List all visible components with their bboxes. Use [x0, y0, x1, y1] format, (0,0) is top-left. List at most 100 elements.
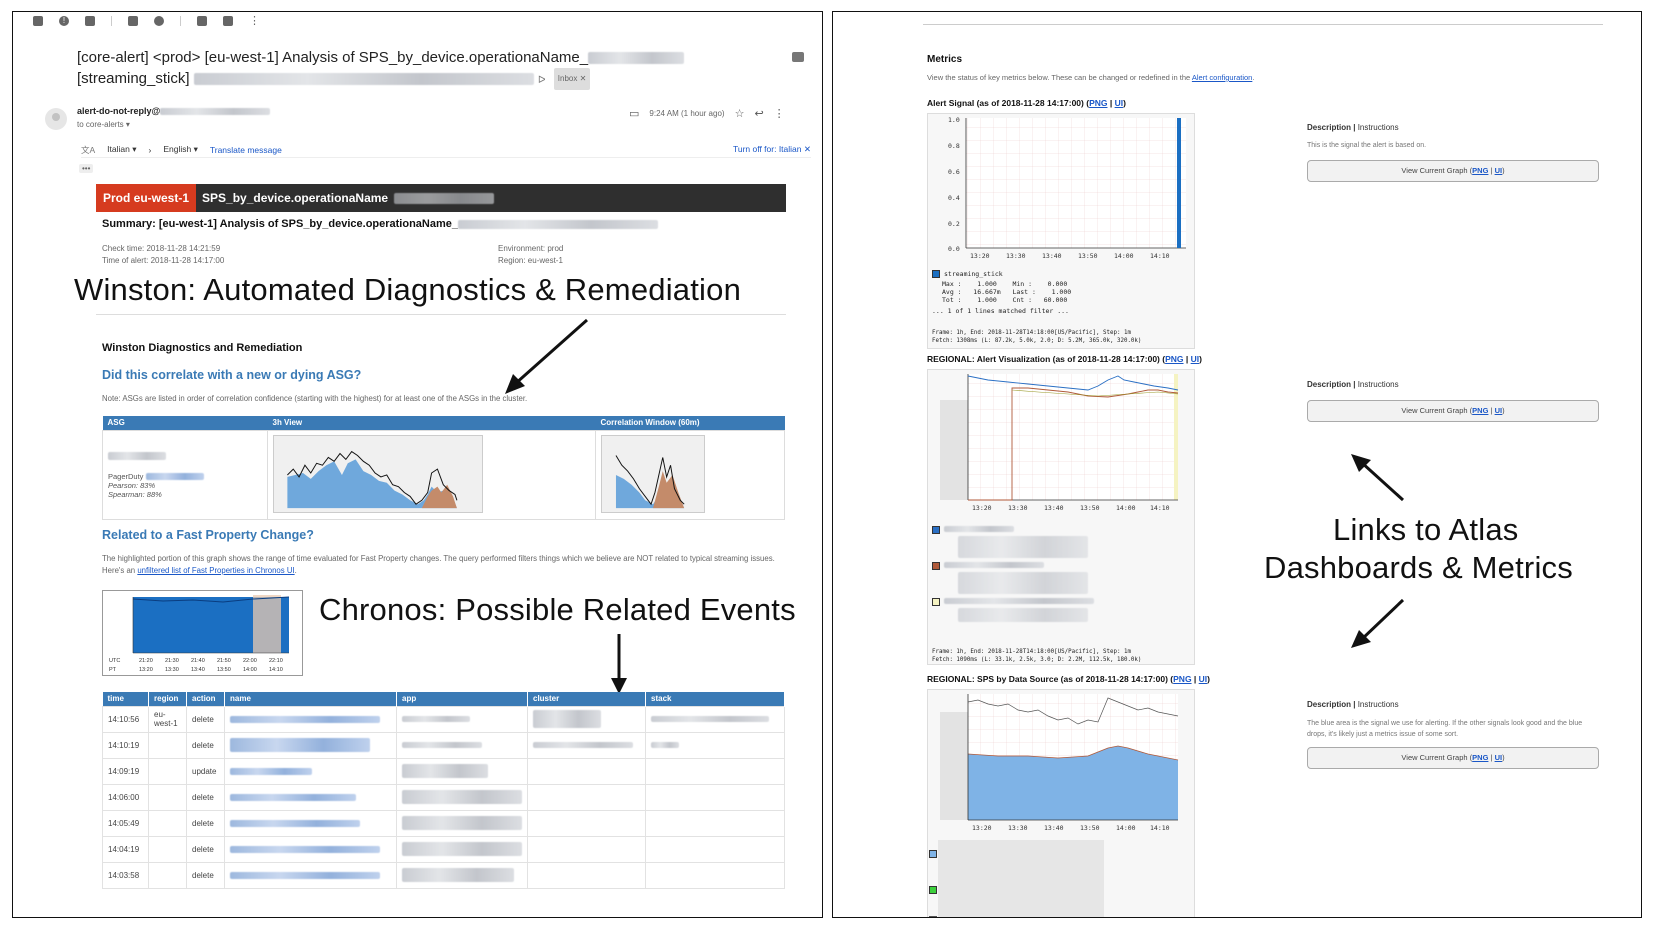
pagerduty-link[interactable]	[145, 473, 204, 481]
png-link[interactable]: PNG	[1472, 166, 1488, 175]
event-name	[224, 835, 397, 863]
alert-environment: Environment: prod Region: eu-west-1	[498, 243, 563, 267]
fp-axis-utc-label: UTC	[109, 658, 120, 664]
redacted-legend	[944, 526, 1014, 532]
importance-marker-icon[interactable]: ᐅ	[538, 75, 546, 86]
asg-header: ASG	[102, 416, 268, 430]
legend-label: streaming_stick	[944, 270, 1003, 278]
spearman-value: Spearman: 88%	[108, 489, 162, 499]
png-link[interactable]: PNG	[1472, 406, 1488, 415]
reply-icon[interactable]: ↩	[754, 107, 763, 120]
ui-link[interactable]: UI	[1199, 674, 1208, 684]
event-app	[396, 783, 528, 811]
x-tick: 13:40	[1042, 252, 1062, 260]
alert-configuration-link[interactable]: Alert configuration	[1192, 73, 1252, 82]
label-icon[interactable]	[223, 16, 233, 26]
fp-axis-tick: 22:10	[269, 658, 283, 664]
redacted-name-link[interactable]	[230, 871, 380, 879]
alert-signal-graph[interactable]: 1.0 0.8 0.6 0.4 0.2 0.0 13:20 13:30 13:4…	[927, 113, 1195, 349]
x-tick: 13:30	[1008, 504, 1028, 512]
redacted-legend	[944, 598, 1094, 604]
correlation-sparkline[interactable]	[601, 434, 705, 513]
translate-message-link[interactable]: Translate message	[210, 145, 282, 155]
fp-axis-tick: 21:50	[217, 658, 231, 664]
event-name	[224, 731, 397, 759]
description-instructions-label: Description | Instructions	[1307, 700, 1399, 709]
sps-by-data-source-title: REGIONAL: SPS by Data Source (as of 2018…	[927, 674, 1211, 684]
event-app	[396, 757, 528, 785]
png-link[interactable]: PNG	[1472, 753, 1488, 762]
inbox-label-chip[interactable]: Inbox ✕	[553, 68, 591, 90]
events-header-row: time region action name app cluster stac…	[102, 692, 785, 706]
mark-unread-icon[interactable]	[128, 16, 138, 26]
snooze-icon[interactable]	[154, 16, 164, 26]
event-stack	[645, 731, 785, 759]
links-callout-line2: Dashboards & Metrics	[1264, 550, 1573, 585]
redacted-name-link[interactable]	[230, 767, 312, 775]
links-arrow-up-icon	[1351, 454, 1405, 502]
events-table: time region action name app cluster stac…	[102, 692, 785, 889]
legend-stats: Max : 1.000 Min : 0.000 Avg : 16.667m La…	[942, 280, 1072, 304]
redacted-name-link[interactable]	[230, 845, 380, 853]
ui-link[interactable]: UI	[1495, 406, 1503, 415]
x-tick: 13:50	[1080, 824, 1100, 832]
ui-link[interactable]: UI	[1495, 166, 1503, 175]
alert-visualization-graph[interactable]: 13:20 13:30 13:40 13:50 14:00 14:10 Fram…	[927, 369, 1195, 665]
show-trimmed-content-button[interactable]: •••	[79, 164, 94, 173]
more-options-icon[interactable]: ⋮	[249, 16, 260, 27]
redacted-name-link[interactable]	[230, 793, 356, 801]
archive-icon[interactable]	[33, 16, 43, 26]
view-current-graph-button[interactable]: View Current Graph (PNG | UI)	[1307, 160, 1599, 182]
legend-swatch	[932, 562, 940, 570]
target-language: English	[163, 144, 192, 154]
png-link[interactable]: PNG	[1173, 674, 1191, 684]
event-region: eu-west-1	[148, 705, 187, 733]
instructions-label: Instructions	[1357, 123, 1399, 132]
x-tick: 14:00	[1116, 824, 1136, 832]
turn-off-translation-link[interactable]: Turn off for: Italian ✕	[733, 144, 811, 155]
event-action: delete	[186, 731, 225, 759]
graph-footer: Frame: 1h, End: 2018-11-28T14:18:00[US/P…	[932, 330, 1142, 344]
ui-link[interactable]: UI	[1495, 753, 1503, 762]
3h-view-sparkline[interactable]	[273, 434, 483, 513]
graph-title: Alert Signal (as of 2018-11-28 14:17:00)	[927, 98, 1084, 108]
event-cluster	[527, 783, 646, 811]
description-label: Description	[1307, 380, 1352, 389]
png-link[interactable]: PNG	[1089, 98, 1107, 108]
asg-note: Note: ASGs are listed in order of correl…	[102, 394, 528, 403]
chronos-ui-link[interactable]: unfiltered list of Fast Properties in Ch…	[137, 566, 294, 575]
redacted-text	[533, 742, 633, 749]
redacted-name-link[interactable]	[230, 738, 370, 752]
move-to-icon[interactable]	[197, 16, 207, 26]
print-icon[interactable]	[792, 52, 804, 62]
view-current-graph-button[interactable]: View Current Graph (PNG | UI)	[1307, 747, 1599, 769]
redacted-name-link[interactable]	[230, 819, 360, 827]
png-link[interactable]: PNG	[1165, 354, 1183, 364]
recipient-line[interactable]: to core-alerts ▾	[77, 120, 130, 129]
view-current-graph-button[interactable]: View Current Graph (PNG | UI)	[1307, 400, 1599, 422]
report-spam-icon[interactable]: !	[59, 16, 69, 26]
redacted-name-link[interactable]	[230, 715, 380, 723]
fast-property-chart[interactable]: UTC 21:20 21:30 21:40 21:50 22:00 22:10 …	[102, 590, 303, 676]
fp-axis-tick: 22:00	[243, 658, 257, 664]
legend-swatch	[932, 270, 940, 278]
event-region	[148, 757, 187, 785]
table-row: 14:06:00 delete	[102, 783, 785, 811]
email-meta-actions: ▭ 9:24 AM (1 hour ago) ☆ ↩ ⋮	[629, 107, 785, 120]
source-language-select[interactable]: Italian ▾	[107, 144, 136, 155]
redacted-text	[651, 716, 769, 723]
turn-off-label: Turn off for: Italian	[733, 144, 802, 154]
sps-by-data-source-graph[interactable]: 13:20 13:30 13:40 13:50 14:00 14:10	[927, 689, 1195, 917]
more-icon[interactable]: ⋮	[774, 107, 785, 120]
star-icon[interactable]: ☆	[735, 107, 745, 120]
delete-icon[interactable]	[85, 16, 95, 26]
ui-link[interactable]: UI	[1115, 98, 1124, 108]
redacted-legend-stats	[958, 608, 1088, 622]
environment: Environment: prod	[498, 244, 564, 253]
description-text: The blue area is the signal we use for a…	[1307, 720, 1583, 738]
ui-link[interactable]: UI	[1191, 354, 1200, 364]
graph-footer: Frame: 1h, End: 2018-11-28T14:18:00[US/P…	[932, 649, 1142, 663]
event-app	[396, 809, 528, 837]
target-language-select[interactable]: English ▾	[163, 144, 198, 155]
redacted-text	[160, 108, 271, 116]
